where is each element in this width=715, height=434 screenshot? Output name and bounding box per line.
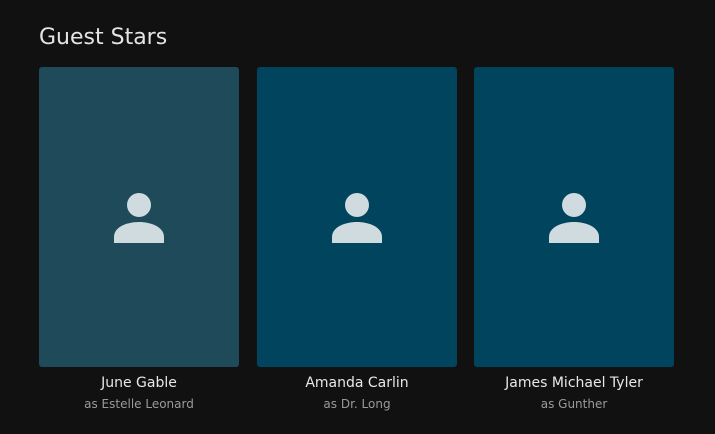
cast-card-june-gable[interactable]: June Gable as Estelle Leonard xyxy=(39,67,239,411)
cast-role: as Estelle Leonard xyxy=(84,397,194,411)
cast-card-amanda-carlin[interactable]: Amanda Carlin as Dr. Long xyxy=(257,67,457,411)
cast-card-image[interactable] xyxy=(474,67,674,367)
cast-role: as Dr. Long xyxy=(323,397,391,411)
cast-card-image[interactable] xyxy=(39,67,239,367)
person-placeholder-icon xyxy=(113,191,165,243)
section-title: Guest Stars xyxy=(39,25,168,50)
cast-role: as Gunther xyxy=(540,397,608,411)
cast-name[interactable]: James Michael Tyler xyxy=(474,375,674,391)
cast-card-image[interactable] xyxy=(257,67,457,367)
cast-name[interactable]: Amanda Carlin xyxy=(257,375,457,391)
cast-name[interactable]: June Gable xyxy=(39,375,239,391)
cast-card-james-michael-tyler[interactable]: James Michael Tyler as Gunther xyxy=(474,67,674,411)
person-placeholder-icon xyxy=(548,191,600,243)
person-placeholder-icon xyxy=(331,191,383,243)
